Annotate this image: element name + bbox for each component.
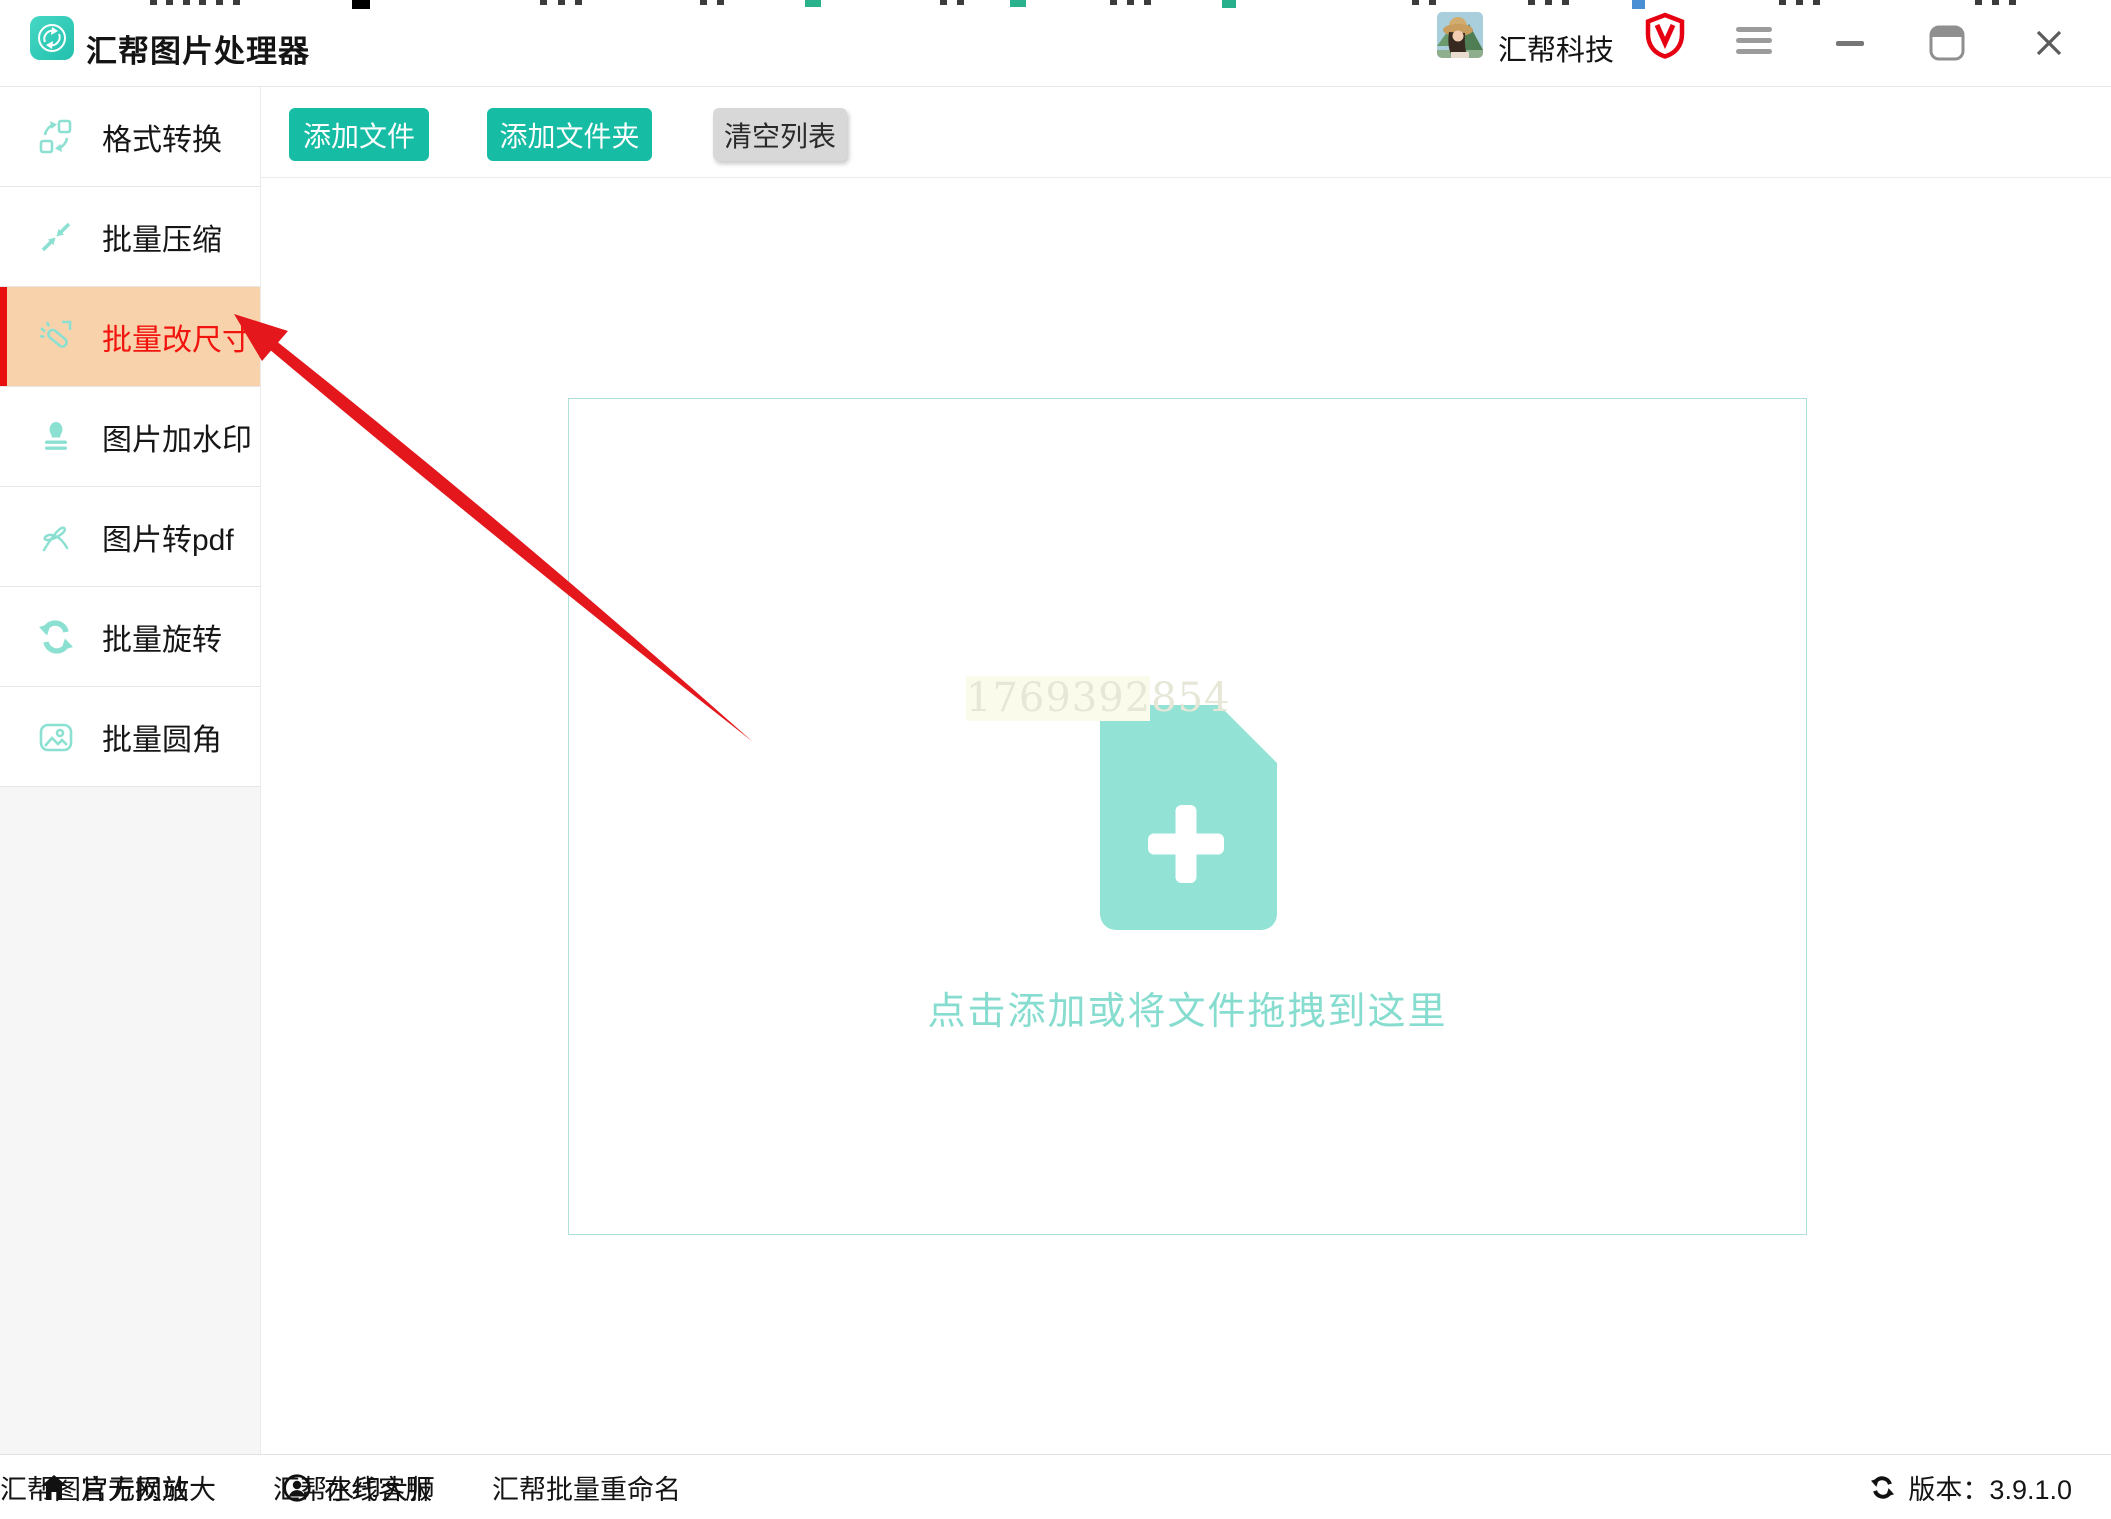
edge-fragment bbox=[150, 0, 157, 5]
edge-fragment bbox=[166, 0, 173, 5]
footer-link-online-support[interactable]: 在线客服 bbox=[283, 1455, 432, 1519]
sidebar-item-label: 批量改尺寸 bbox=[102, 315, 252, 359]
maximize-button[interactable] bbox=[1928, 22, 1966, 62]
add-file-icon bbox=[1100, 705, 1277, 930]
refresh-icon bbox=[1869, 1474, 1896, 1501]
pdf-icon bbox=[36, 517, 76, 557]
menu-icon[interactable] bbox=[1736, 27, 1772, 59]
main-area: 1769392854 点击添加或将文件拖拽到这里 bbox=[261, 178, 2111, 1454]
app-logo-icon bbox=[30, 16, 74, 60]
edge-fragment bbox=[1562, 0, 1569, 5]
app-title: 汇帮图片处理器 bbox=[86, 26, 310, 71]
close-button[interactable] bbox=[2032, 24, 2066, 60]
brand-badge-icon bbox=[1644, 12, 1686, 59]
toolbar: 添加文件 添加文件夹 清空列表 bbox=[261, 87, 2111, 178]
edge-fragment bbox=[1813, 0, 1820, 5]
edge-fragment bbox=[1992, 0, 1999, 5]
edge-fragment bbox=[1545, 0, 1552, 5]
edge-fragment bbox=[1528, 0, 1535, 5]
edge-fragment bbox=[2009, 0, 2016, 5]
edge-fragment bbox=[700, 0, 707, 5]
avatar bbox=[1437, 12, 1483, 58]
add-file-button[interactable]: 添加文件 bbox=[289, 108, 429, 161]
edge-fragment bbox=[575, 0, 582, 5]
top-edge-artifacts bbox=[0, 0, 2111, 10]
sidebar-item-label: 图片加水印 bbox=[102, 415, 252, 459]
sidebar-item-batch-resize[interactable]: 批量改尺寸 bbox=[0, 287, 260, 387]
sidebar-item-batch-round-corner[interactable]: 批量圆角 bbox=[0, 687, 260, 787]
footer-product-link-2[interactable]: 汇帮批量重命名 bbox=[492, 1468, 681, 1507]
sidebar: 格式转换 批量压缩 批量改尺寸 图片加水印 图片转pdf 批量旋转 批量圆角 bbox=[0, 87, 261, 1454]
edge-fragment bbox=[1796, 0, 1803, 5]
edge-fragment bbox=[558, 0, 565, 5]
edge-fragment bbox=[183, 0, 190, 5]
compress-icon bbox=[36, 217, 76, 257]
edge-fragment bbox=[1144, 0, 1151, 5]
rounded-image-icon bbox=[36, 717, 76, 757]
edge-fragment bbox=[1110, 0, 1117, 5]
support-person-icon bbox=[283, 1474, 311, 1502]
version-text: 版本：3.9.1.0 bbox=[1908, 1468, 2072, 1507]
edge-fragment bbox=[199, 0, 206, 5]
edge-fragment bbox=[352, 0, 370, 9]
app-window: 汇帮图片处理器 汇帮科技 bbox=[0, 0, 2111, 1519]
sidebar-item-label: 批量旋转 bbox=[102, 615, 222, 659]
edge-fragment bbox=[1779, 0, 1786, 5]
footer: 官方网站 在线客服 汇帮图片无损放大汇帮水印大师汇帮批量重命名 版本：3.9.1… bbox=[0, 1454, 2111, 1519]
edge-fragment bbox=[1412, 0, 1419, 5]
edge-fragment bbox=[717, 0, 724, 5]
sidebar-item-batch-compress[interactable]: 批量压缩 bbox=[0, 187, 260, 287]
sidebar-item-label: 格式转换 bbox=[102, 115, 222, 159]
sidebar-item-batch-rotate[interactable]: 批量旋转 bbox=[0, 587, 260, 687]
edge-fragment bbox=[1632, 0, 1645, 9]
edge-fragment bbox=[805, 0, 821, 7]
edge-fragment bbox=[940, 0, 947, 5]
edge-fragment bbox=[233, 0, 240, 5]
edge-fragment bbox=[1222, 0, 1236, 8]
edge-fragment bbox=[540, 0, 547, 5]
sidebar-item-label: 图片转pdf bbox=[102, 515, 234, 559]
sidebar-item-label: 批量压缩 bbox=[102, 215, 222, 259]
sidebar-item-image-watermark[interactable]: 图片加水印 bbox=[0, 387, 260, 487]
home-icon bbox=[40, 1474, 68, 1501]
titlebar: 汇帮图片处理器 汇帮科技 bbox=[0, 0, 2111, 87]
clear-list-button[interactable]: 清空列表 bbox=[713, 108, 847, 161]
watermark-text: 1769392854 bbox=[966, 676, 1150, 721]
footer-link-official-site[interactable]: 官方网站 bbox=[40, 1455, 189, 1519]
convert-icon bbox=[36, 117, 76, 157]
add-folder-button[interactable]: 添加文件夹 bbox=[487, 108, 652, 161]
edge-fragment bbox=[1010, 0, 1026, 7]
sidebar-item-label: 批量圆角 bbox=[102, 715, 222, 759]
dropzone-hint: 点击添加或将文件拖拽到这里 bbox=[569, 980, 1806, 1035]
brand-name: 汇帮科技 bbox=[1498, 27, 1614, 69]
edge-fragment bbox=[1127, 0, 1134, 5]
resize-wand-icon bbox=[36, 317, 76, 357]
file-dropzone[interactable]: 1769392854 点击添加或将文件拖拽到这里 bbox=[568, 398, 1807, 1235]
edge-fragment bbox=[1429, 0, 1436, 5]
rotate-icon bbox=[36, 617, 76, 657]
minimize-button[interactable] bbox=[1836, 41, 1864, 46]
edge-fragment bbox=[216, 0, 223, 5]
stamp-icon bbox=[36, 417, 76, 457]
sidebar-item-image-to-pdf[interactable]: 图片转pdf bbox=[0, 487, 260, 587]
version-check[interactable]: 版本：3.9.1.0 bbox=[1869, 1455, 2072, 1519]
edge-fragment bbox=[957, 0, 964, 5]
edge-fragment bbox=[1975, 0, 1982, 5]
sidebar-item-format-convert[interactable]: 格式转换 bbox=[0, 87, 260, 187]
